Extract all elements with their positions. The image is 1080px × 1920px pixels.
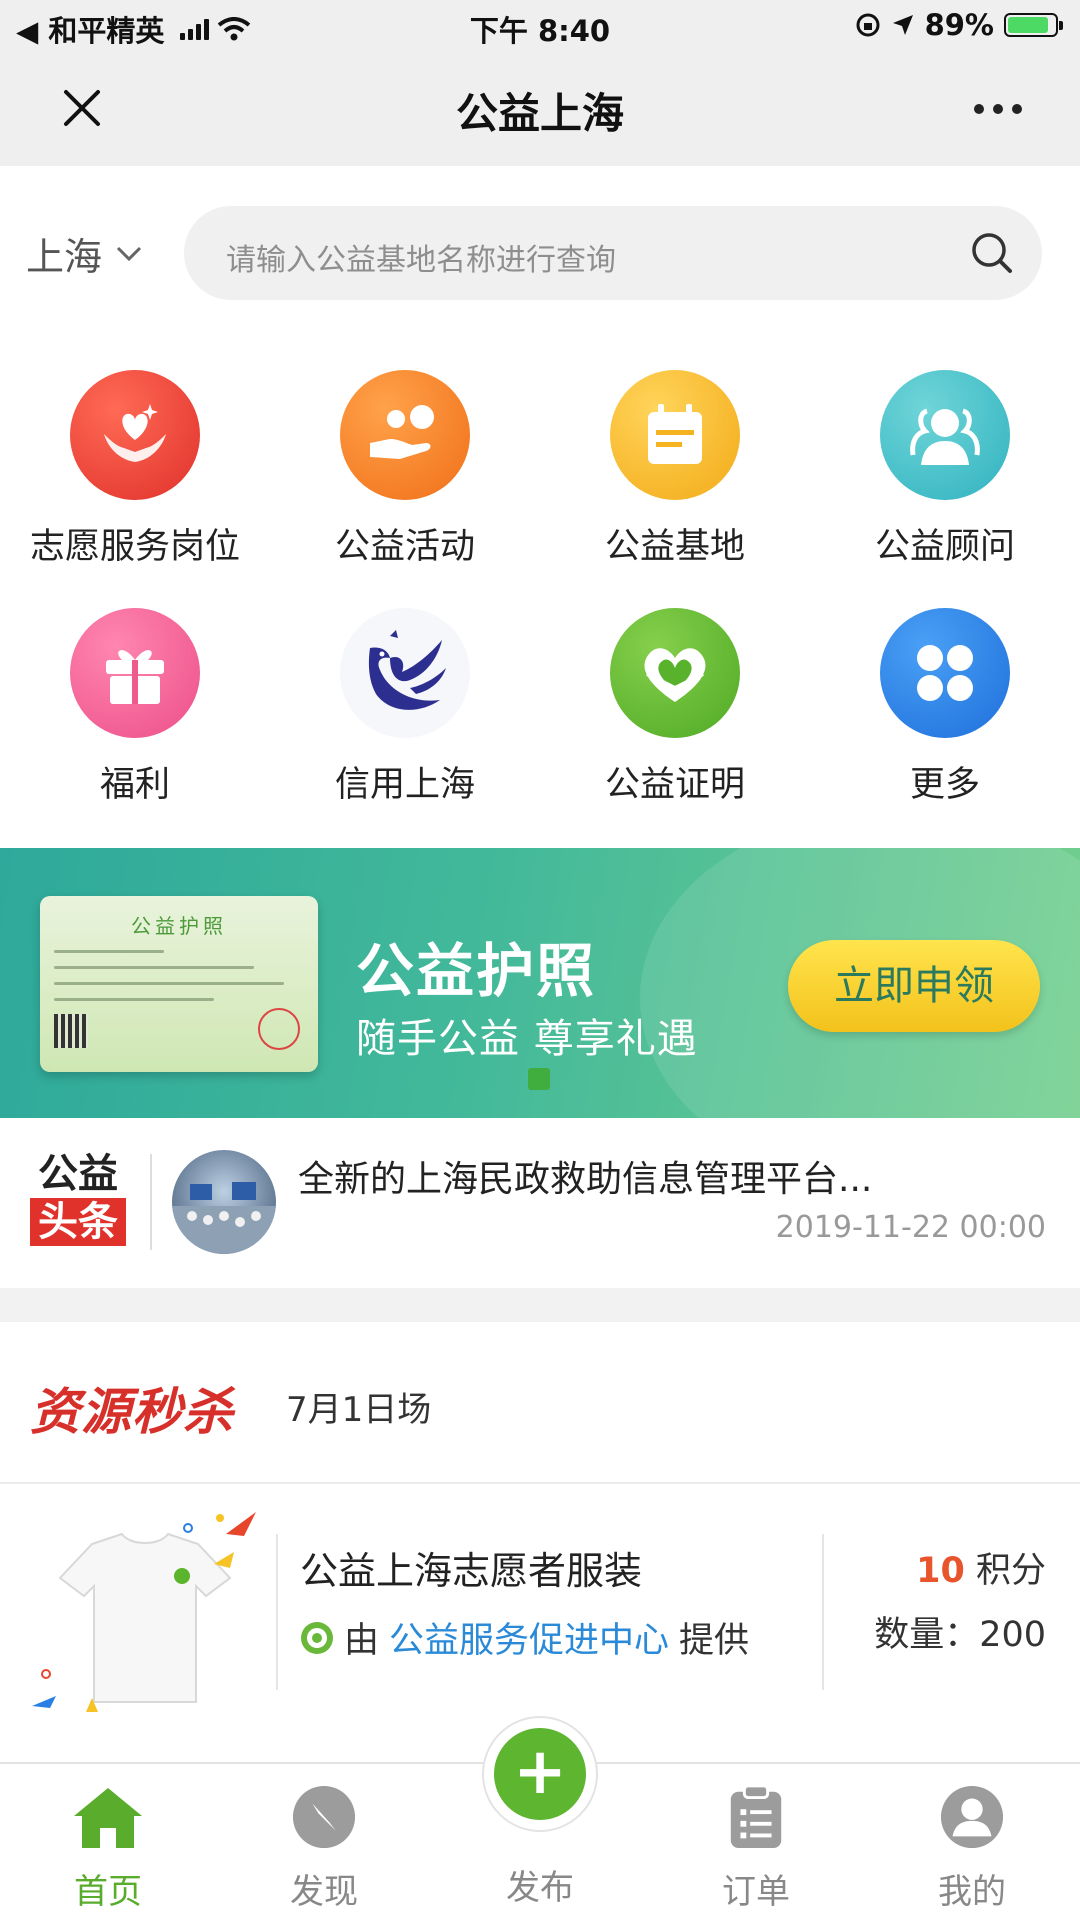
section-separator [0, 1288, 1080, 1322]
calendar-icon [610, 370, 740, 500]
grid-item-activities[interactable]: 公益活动 [270, 370, 540, 569]
plus-icon: + [494, 1728, 586, 1820]
gift-icon [70, 608, 200, 738]
publish-button[interactable]: + [482, 1716, 598, 1832]
news-title[interactable]: 全新的上海民政救助信息管理平台... [298, 1150, 872, 1202]
banner-title: 公益护照 [356, 937, 597, 1005]
grid-label: 公益基地 [604, 527, 745, 567]
tab-mine[interactable]: 我的 [864, 1784, 1080, 1913]
product-name[interactable]: 公益上海志愿者服装 [300, 1540, 642, 1595]
more-grid-icon [880, 608, 1010, 738]
search-icon[interactable] [970, 231, 1014, 275]
search-input[interactable]: 请输入公益基地名称进行查询 [184, 206, 1042, 300]
public-welfare-headlines-logo: 公益 头条 [30, 1152, 126, 1246]
news-timestamp: 2019-11-22 00:00 [775, 1210, 1046, 1245]
search-placeholder: 请输入公益基地名称进行查询 [226, 243, 616, 278]
rotation-lock-icon [856, 13, 880, 37]
status-bar: ◀ 和平精英 下午 8:40 89% [0, 0, 1080, 52]
compass-icon [292, 1785, 356, 1849]
seckill-title: 资源秒杀 [30, 1383, 234, 1441]
product-provider: 由公益服务促进中心 提供 [300, 1612, 749, 1663]
passport-card-image: 公益护照 [40, 896, 318, 1072]
provider-logo-icon [301, 1621, 333, 1654]
tab-home[interactable]: 首页 [0, 1784, 216, 1913]
consultant-icon [880, 370, 1010, 500]
tab-discover[interactable]: 发现 [216, 1784, 432, 1913]
divider [0, 1482, 1080, 1484]
grid-label: 志愿服务岗位 [29, 527, 240, 567]
page-title: 公益上海 [455, 89, 624, 138]
product-quantity: 数量：200 [874, 1615, 1046, 1655]
grid-item-volunteer-positions[interactable]: 志愿服务岗位 [0, 370, 270, 569]
product-image[interactable] [30, 1512, 264, 1720]
tab-orders[interactable]: 订单 [648, 1784, 864, 1913]
passport-banner[interactable]: 公益护照 公益护照 随手公益 尊享礼遇 立即申领 [0, 848, 1080, 1118]
product-points: 10 积分 [916, 1551, 1046, 1591]
provider-link[interactable]: 公益服务促进中心 [389, 1612, 669, 1663]
credit-shanghai-logo [340, 608, 470, 738]
news-thumbnail[interactable] [172, 1150, 276, 1254]
grid-label: 信用上海 [334, 765, 475, 805]
user-icon [940, 1785, 1004, 1849]
grid-item-bases[interactable]: 公益基地 [540, 370, 810, 569]
divider [276, 1534, 278, 1690]
grid-label: 公益顾问 [874, 527, 1015, 567]
grid-label: 公益证明 [604, 765, 745, 805]
grid-label: 公益活动 [334, 527, 475, 567]
chevron-down-icon [116, 246, 142, 261]
grid-label: 更多 [909, 765, 980, 805]
more-menu-icon[interactable] [974, 104, 1022, 114]
clipboard-icon [730, 1784, 782, 1849]
hand-people-icon [340, 370, 470, 500]
grid-item-certificate[interactable]: 公益证明 [540, 608, 810, 807]
apply-now-button[interactable]: 立即申领 [788, 940, 1040, 1032]
seckill-date: 7月1日场 [286, 1390, 432, 1430]
heart-certificate-icon [610, 608, 740, 738]
divider [150, 1154, 152, 1250]
banner-subtitle: 随手公益 尊享礼遇 [356, 1016, 698, 1062]
qr-code-icon [54, 1014, 88, 1048]
grid-item-benefits[interactable]: 福利 [0, 608, 270, 807]
grid-item-consultants[interactable]: 公益顾问 [810, 370, 1080, 569]
divider [822, 1534, 824, 1690]
passport-card-title: 公益护照 [131, 914, 227, 938]
city-selector[interactable]: 上海 [26, 226, 142, 281]
seal-icon [258, 1008, 300, 1050]
location-arrow-icon [892, 15, 913, 35]
heart-hands-icon [70, 370, 200, 500]
tab-publish-label[interactable]: 发布 [432, 1860, 648, 1909]
battery-percent: 89% [924, 8, 994, 42]
grid-label: 福利 [99, 765, 170, 805]
home-icon [74, 1788, 142, 1848]
grid-item-more[interactable]: 更多 [810, 608, 1080, 807]
carousel-indicator [528, 1068, 550, 1090]
battery-icon [1004, 13, 1063, 37]
grid-item-credit-shanghai[interactable]: 信用上海 [270, 608, 540, 807]
city-label: 上海 [26, 235, 103, 279]
